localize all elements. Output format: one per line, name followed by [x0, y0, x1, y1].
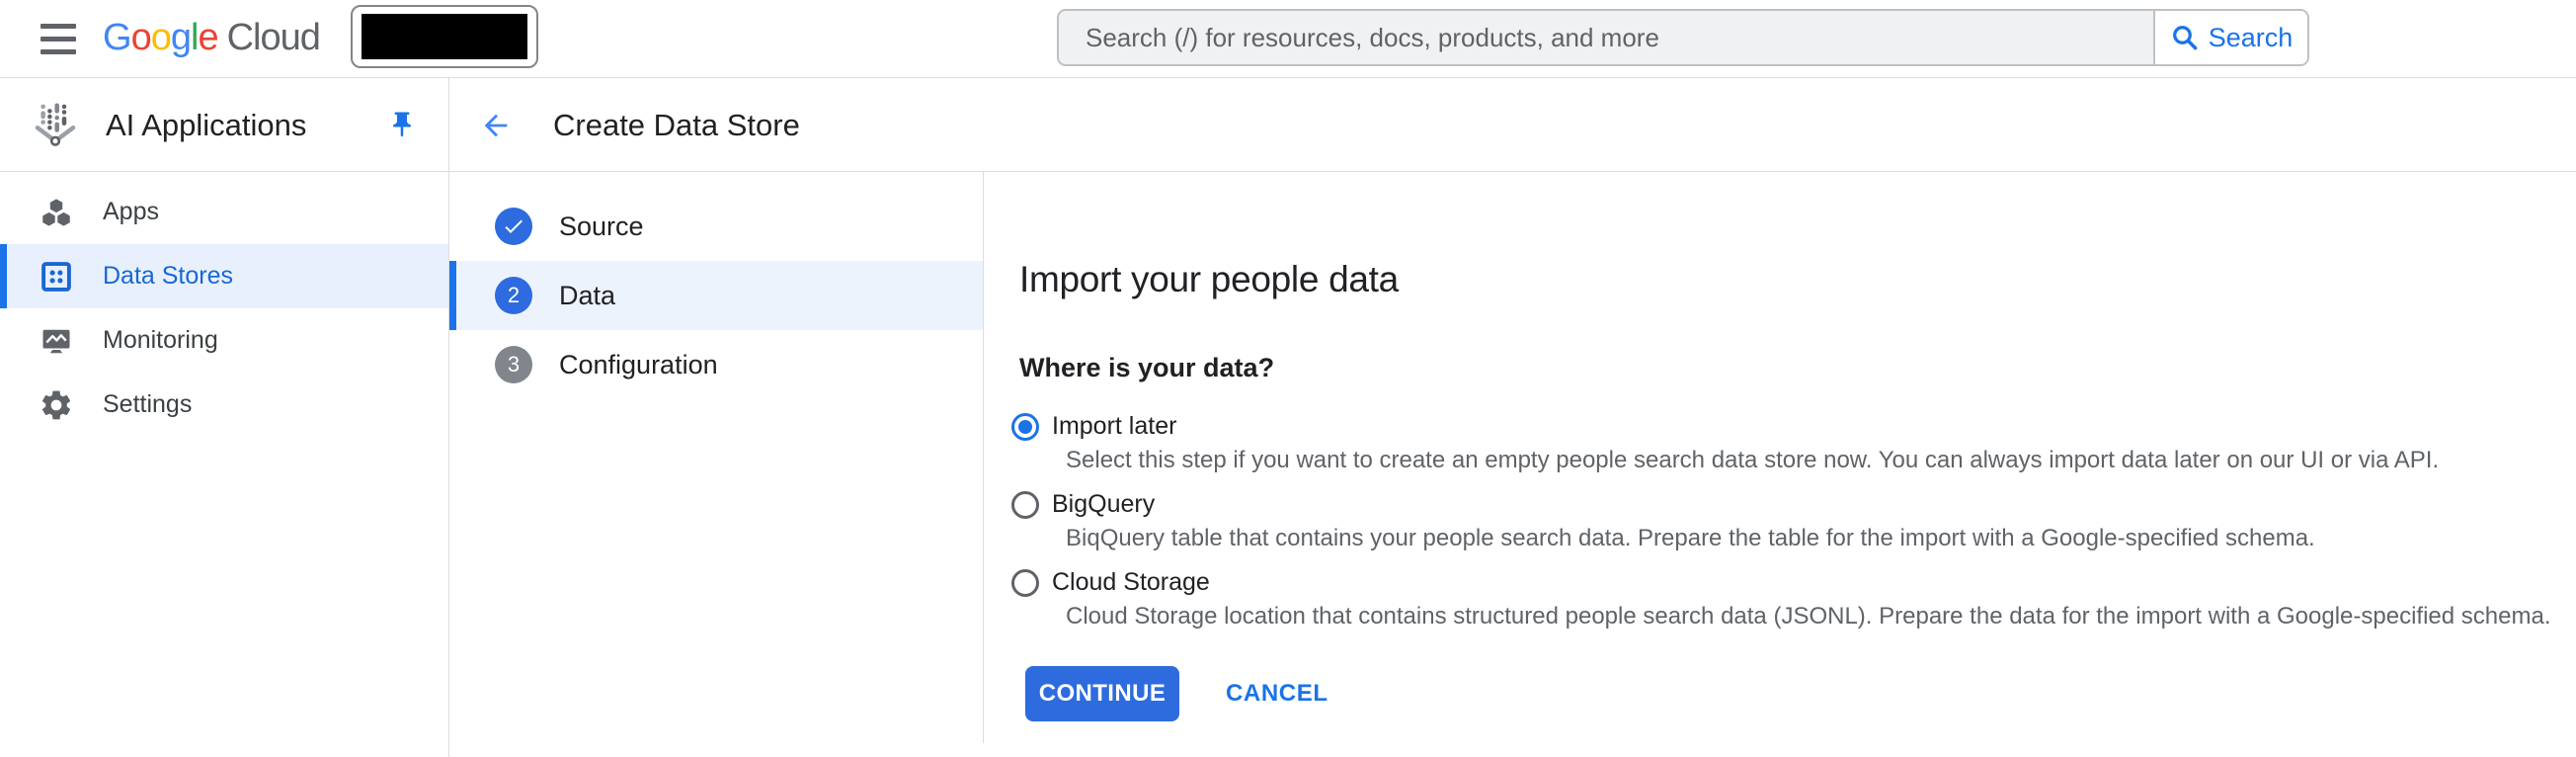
option-bigquery: BigQuery BiqQuery table that contains yo…: [984, 488, 2576, 553]
data-source-options: Import later Select this step if you wan…: [984, 410, 2576, 631]
redacted-block: [362, 14, 527, 59]
option-description: BiqQuery table that contains your people…: [1066, 524, 2315, 553]
monitoring-icon: [38, 322, 75, 360]
step-done-badge: [495, 208, 532, 245]
step-source[interactable]: Source: [449, 192, 983, 261]
sub-header: AI Applications Create Data Store: [0, 78, 2576, 172]
step-label: Source: [559, 211, 644, 242]
project-selector-redacted[interactable]: [351, 5, 538, 68]
sidebar-item-apps[interactable]: Apps: [0, 180, 448, 244]
option-import-later: Import later Select this step if you wan…: [984, 410, 2576, 475]
main-content: Import your people data Where is your da…: [984, 172, 2576, 757]
step-label: Configuration: [559, 350, 718, 380]
option-description: Select this step if you want to create a…: [1066, 446, 2439, 475]
ai-applications-icon: [29, 99, 82, 152]
continue-button[interactable]: CONTINUE: [1025, 666, 1179, 721]
sidebar-item-settings[interactable]: Settings: [0, 373, 448, 437]
step-configuration[interactable]: 3 Configuration: [449, 330, 983, 399]
search-button[interactable]: Search: [2153, 11, 2307, 64]
step-label: Data: [559, 281, 615, 311]
sidebar-item-label: Data Stores: [103, 262, 233, 291]
google-cloud-logo[interactable]: GoogleCloud: [103, 17, 320, 59]
content-title: Import your people data: [1019, 259, 2576, 300]
cancel-button[interactable]: CANCEL: [1226, 680, 1328, 708]
page-header: Create Data Store: [449, 78, 2576, 172]
menu-icon[interactable]: [40, 24, 76, 54]
radio-cloud-storage[interactable]: [1011, 569, 1039, 597]
search-button-label: Search: [2209, 23, 2294, 53]
back-arrow-icon[interactable]: [479, 109, 513, 142]
option-cloud-storage: Cloud Storage Cloud Storage location tha…: [984, 566, 2576, 631]
radio-bigquery[interactable]: [1011, 491, 1039, 519]
apps-cubes-icon: [38, 194, 75, 231]
page-title: Create Data Store: [553, 108, 800, 143]
sidebar-nav: Apps Data Stores: [0, 172, 448, 437]
step-number-badge: 2: [495, 277, 532, 314]
sidebar-item-label: Apps: [103, 198, 159, 226]
step-data[interactable]: 2 Data: [449, 261, 983, 330]
option-label[interactable]: Import later: [1052, 410, 2439, 442]
pin-icon[interactable]: [387, 110, 417, 139]
settings-gear-icon: [38, 386, 75, 424]
radio-import-later[interactable]: [1011, 413, 1039, 441]
form-actions: CONTINUE CANCEL: [1025, 666, 2576, 721]
option-label[interactable]: BigQuery: [1052, 488, 2315, 520]
check-icon: [502, 214, 525, 238]
data-stores-icon: [38, 258, 75, 295]
create-data-store-page: GoogleCloud Search: [0, 0, 2576, 757]
global-search: Search: [1057, 9, 2309, 66]
top-app-bar: GoogleCloud Search: [0, 0, 2576, 78]
option-description: Cloud Storage location that contains str…: [1066, 602, 2550, 631]
sidebar-item-label: Monitoring: [103, 326, 218, 355]
sidebar-item-data-stores[interactable]: Data Stores: [0, 244, 448, 308]
option-label[interactable]: Cloud Storage: [1052, 566, 2550, 598]
stepper: Source 2 Data 3 Configuration: [449, 172, 983, 399]
content-question: Where is your data?: [1019, 353, 2576, 383]
search-icon: [2170, 23, 2200, 52]
product-header: AI Applications: [0, 78, 448, 172]
sidebar-item-label: Settings: [103, 390, 192, 419]
step-number-badge: 3: [495, 346, 532, 383]
sidebar-item-monitoring[interactable]: Monitoring: [0, 308, 448, 373]
product-title: AI Applications: [106, 108, 306, 143]
search-input[interactable]: [1059, 11, 2153, 64]
